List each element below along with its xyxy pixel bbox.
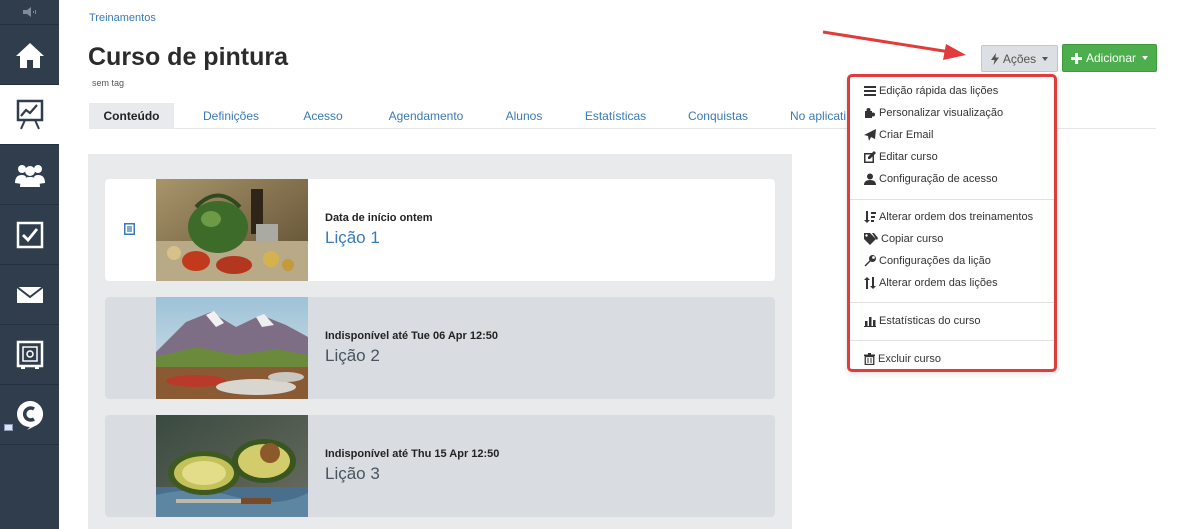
tab-app[interactable]: No aplicati xyxy=(790,103,850,129)
tab-scheduling[interactable]: Agendamento xyxy=(383,103,469,129)
menu-item-reorder-lessons[interactable]: Alterar ordem das lições xyxy=(864,274,998,292)
language-flag-icon[interactable] xyxy=(4,424,13,431)
list-icon xyxy=(864,86,876,96)
lesson-card[interactable]: Indisponível até Tue 06 Apr 12:50 Lição … xyxy=(105,297,775,399)
menu-item-label: Editar curso xyxy=(879,151,938,163)
breadcrumb-trainings[interactable]: Treinamentos xyxy=(89,12,156,24)
sort-icon xyxy=(864,211,876,223)
menu-item-delete-course[interactable]: Excluir curso xyxy=(864,350,941,368)
wrench-icon xyxy=(864,255,876,267)
presentation-chart-icon xyxy=(16,99,43,129)
bar-chart-icon xyxy=(864,317,876,327)
tab-students[interactable]: Alunos xyxy=(501,103,547,129)
trash-icon xyxy=(864,353,875,365)
caret-down-icon xyxy=(1042,56,1049,61)
caret-down-icon xyxy=(1142,56,1149,60)
actions-dropdown-menu: Edição rápida das lições Personalizar vi… xyxy=(847,74,1057,372)
send-icon xyxy=(864,129,876,141)
sidebar-item-tasks[interactable] xyxy=(0,205,59,265)
lesson-thumbnail-kettle-still-life[interactable] xyxy=(156,179,308,281)
menu-item-label: Estatísticas do curso xyxy=(879,315,981,327)
actions-button-label: Ações xyxy=(1002,51,1037,66)
sidebar-top xyxy=(0,0,59,25)
speaker-icon xyxy=(22,7,36,17)
menu-item-label: Edição rápida das lições xyxy=(879,85,999,97)
lesson-status: Data de início ontem xyxy=(325,212,433,224)
menu-item-lesson-settings[interactable]: Configurações da lição xyxy=(864,252,991,270)
edit-icon xyxy=(864,151,876,163)
menu-item-create-email[interactable]: Criar Email xyxy=(864,126,933,144)
sidebar-item-trainings[interactable] xyxy=(0,85,59,145)
lesson-title-link[interactable]: Lição 1 xyxy=(325,228,380,248)
menu-item-edit-course[interactable]: Editar curso xyxy=(864,148,938,166)
document-icon[interactable] xyxy=(124,223,135,235)
sidebar xyxy=(0,0,59,529)
plus-icon xyxy=(1070,52,1082,64)
menu-item-quick-edit[interactable]: Edição rápida das lições xyxy=(864,82,998,100)
menu-item-label: Configurações da lição xyxy=(879,255,991,267)
menu-item-label: Alterar ordem dos treinamentos xyxy=(879,211,1034,223)
user-icon xyxy=(864,173,876,185)
checkbox-icon xyxy=(16,221,43,248)
menu-item-reorder-trainings[interactable]: Alterar ordem dos treinamentos xyxy=(864,208,1033,226)
lesson-status: Indisponível até Thu 15 Apr 12:50 xyxy=(325,448,500,460)
lesson-thumbnail-mountain-landscape[interactable] xyxy=(156,297,308,399)
sidebar-item-chat[interactable] xyxy=(0,385,59,445)
menu-item-label: Alterar ordem das lições xyxy=(879,277,998,289)
annotation-arrow xyxy=(822,30,966,60)
sidebar-item-home[interactable] xyxy=(0,25,59,85)
menu-item-access-settings[interactable]: Configuração de acesso xyxy=(864,170,998,188)
menu-item-copy-course[interactable]: Copiar curso xyxy=(864,230,943,248)
home-icon xyxy=(15,42,44,68)
menu-item-label: Configuração de acesso xyxy=(879,173,998,185)
chat-logo-icon xyxy=(16,400,43,430)
puzzle-icon xyxy=(865,108,875,118)
add-dropdown-button[interactable]: Adicionar xyxy=(1062,44,1157,72)
menu-divider xyxy=(850,340,1054,341)
tab-definitions[interactable]: Definições xyxy=(194,103,268,129)
menu-item-label: Copiar curso xyxy=(881,233,944,245)
menu-item-label: Criar Email xyxy=(879,129,934,141)
actions-dropdown-button[interactable]: Ações xyxy=(981,45,1058,72)
add-button-label: Adicionar xyxy=(1085,51,1137,65)
menu-divider xyxy=(850,302,1054,303)
tab-access[interactable]: Acesso xyxy=(296,103,350,129)
lesson-title-link[interactable]: Lição 3 xyxy=(325,464,380,484)
sidebar-item-mail[interactable] xyxy=(0,265,59,325)
lesson-title-link[interactable]: Lição 2 xyxy=(325,346,380,366)
page: Treinamentos Curso de pintura sem tag Co… xyxy=(0,0,1199,529)
menu-item-course-statistics[interactable]: Estatísticas do curso xyxy=(864,312,981,330)
tab-content[interactable]: Conteúdo xyxy=(89,103,174,129)
users-icon xyxy=(14,164,45,187)
menu-item-customize-view[interactable]: Personalizar visualização xyxy=(864,104,1003,122)
tab-achievements[interactable]: Conquistas xyxy=(687,103,749,129)
menu-item-label: Excluir curso xyxy=(878,353,941,365)
lesson-thumbnail-avocado-still-life[interactable] xyxy=(156,415,308,517)
mail-icon xyxy=(15,285,44,303)
lesson-card[interactable]: Data de início ontem Lição 1 xyxy=(105,179,775,281)
reorder-icon xyxy=(864,277,876,289)
lesson-status: Indisponível até Tue 06 Apr 12:50 xyxy=(325,330,498,342)
bolt-icon xyxy=(990,52,999,65)
lessons-panel: Data de início ontem Lição 1 Indisponíve… xyxy=(88,154,792,529)
sidebar-item-safe[interactable] xyxy=(0,325,59,385)
safe-icon xyxy=(16,340,43,369)
page-title: Curso de pintura xyxy=(88,43,289,71)
menu-divider xyxy=(850,199,1054,200)
sidebar-item-users[interactable] xyxy=(0,145,59,205)
course-tag: sem tag xyxy=(92,78,125,88)
menu-item-label: Personalizar visualização xyxy=(879,107,1004,119)
tab-statistics[interactable]: Estatísticas xyxy=(584,103,647,129)
lesson-card[interactable]: Indisponível até Thu 15 Apr 12:50 Lição … xyxy=(105,415,775,517)
tags-icon xyxy=(864,233,878,245)
